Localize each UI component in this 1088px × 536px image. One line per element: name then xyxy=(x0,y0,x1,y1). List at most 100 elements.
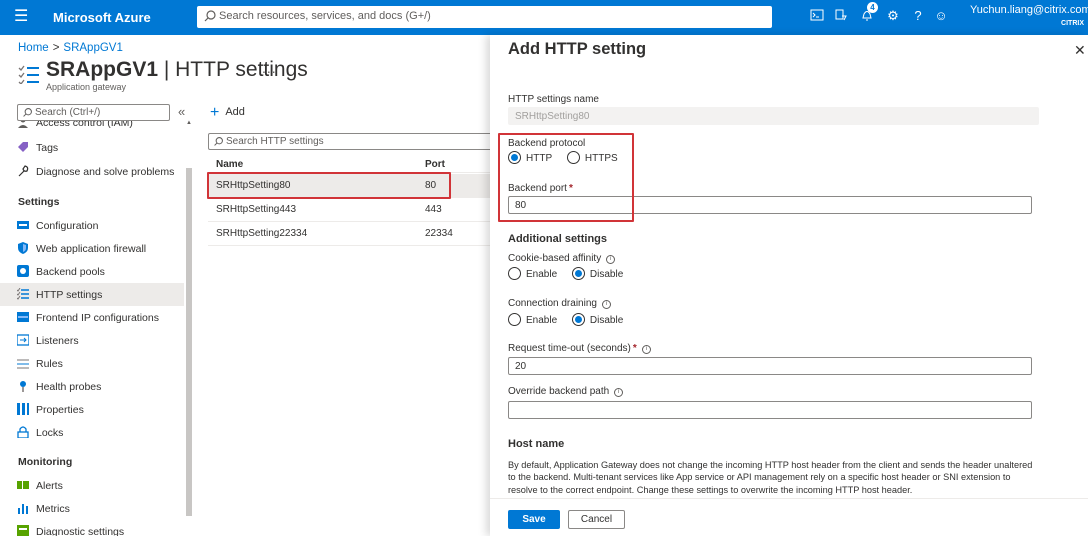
nav-item-waf[interactable]: Web application firewall xyxy=(0,237,184,260)
settings-gear-icon[interactable]: ⚙ xyxy=(884,8,902,26)
hamburger-menu-icon[interactable]: ☰ xyxy=(14,9,28,25)
nav-item-label: Health probes xyxy=(36,381,102,393)
nav-section-monitoring: Monitoring xyxy=(18,456,73,468)
scroll-up-icon[interactable]: ▲ xyxy=(186,120,192,126)
info-icon[interactable]: i xyxy=(606,255,616,264)
nav-item-locks[interactable]: Locks xyxy=(0,421,184,444)
lock-icon xyxy=(17,426,29,438)
save-button[interactable]: Save xyxy=(508,510,560,529)
timeout-label-text: Request time-out (seconds) xyxy=(508,343,631,354)
nav-item-health-probes[interactable]: Health probes xyxy=(0,375,184,398)
host-name-header: Host name xyxy=(508,438,565,450)
host-name-description: By default, Application Gateway does not… xyxy=(508,460,1033,495)
page-title-resource: SRAppGV1 xyxy=(46,58,159,81)
tenant-name: CITRIX xyxy=(1061,20,1084,27)
add-http-setting-blade: Add HTTP setting ✕ HTTP settings name SR… xyxy=(490,35,1088,536)
brand-title[interactable]: Microsoft Azure xyxy=(53,10,151,25)
directory-filter-icon[interactable] xyxy=(832,8,850,26)
cancel-button[interactable]: Cancel xyxy=(568,510,625,529)
info-icon[interactable]: i xyxy=(601,300,611,309)
nav-item-label: HTTP settings xyxy=(36,289,103,301)
radio-draining-disable[interactable]: Disable xyxy=(571,313,635,326)
breadcrumb-resource[interactable]: SRAppGV1 xyxy=(63,42,122,54)
nav-item-diagnostic-settings[interactable]: Diagnostic settings xyxy=(0,520,184,536)
table-row[interactable]: SRHttpSetting22334 22334 xyxy=(208,222,490,245)
frontend-ip-icon xyxy=(17,312,29,322)
page-title-section: HTTP settings xyxy=(175,58,308,81)
row-name: SRHttpSetting22334 xyxy=(216,228,308,239)
top-bar: ☰ Microsoft Azure Search resources, serv… xyxy=(0,0,1088,35)
collapse-nav-button[interactable]: « xyxy=(178,104,185,119)
highlight-box-row xyxy=(207,172,451,199)
nav-item-backend-pools[interactable]: Backend pools xyxy=(0,260,184,283)
nav-item-properties[interactable]: Properties xyxy=(0,398,184,421)
radio-selected-icon xyxy=(571,313,585,326)
notifications-icon[interactable]: 4 xyxy=(858,2,878,26)
search-icon xyxy=(204,10,216,22)
radio-unselected-icon xyxy=(508,313,521,326)
connection-draining-label-text: Connection draining xyxy=(508,298,597,309)
breadcrumb-home[interactable]: Home xyxy=(18,42,49,54)
nav-item-configuration[interactable]: Configuration xyxy=(0,214,184,237)
radio-unselected-icon xyxy=(508,267,521,280)
breadcrumb-separator: > xyxy=(52,42,60,54)
column-header-port[interactable]: Port xyxy=(425,159,445,170)
nav-item-metrics[interactable]: Metrics xyxy=(0,497,184,520)
nav-item-label: Backend pools xyxy=(36,266,105,278)
feedback-smiley-icon[interactable]: ☺ xyxy=(932,8,950,26)
nav-scrollbar[interactable]: ▲ xyxy=(185,120,193,536)
nav-item-alerts[interactable]: Alerts xyxy=(0,474,184,497)
cookie-affinity-radio-group: Enable Disable xyxy=(508,267,635,280)
info-icon[interactable]: i xyxy=(641,345,651,354)
nav-item-http-settings[interactable]: HTTP settings xyxy=(0,283,184,306)
nav-item-rules[interactable]: Rules xyxy=(0,352,184,375)
cloud-shell-icon[interactable] xyxy=(808,8,826,26)
required-marker: * xyxy=(632,343,637,354)
add-button[interactable]: + Add xyxy=(210,104,245,122)
nav-item-frontend-ip[interactable]: Frontend IP configurations xyxy=(0,306,184,329)
backend-pool-icon xyxy=(17,265,29,277)
row-divider xyxy=(208,245,490,246)
left-nav: Access control (IAM) Tags Diagnose and s… xyxy=(0,121,184,536)
metrics-icon xyxy=(18,504,28,514)
radio-affinity-disable[interactable]: Disable xyxy=(571,267,635,280)
wrench-icon xyxy=(18,165,29,177)
global-search-input[interactable]: Search resources, services, and docs (G+… xyxy=(197,6,772,28)
listener-icon xyxy=(17,334,29,346)
timeout-input[interactable]: 20 xyxy=(508,357,1032,375)
nav-item-diagnose[interactable]: Diagnose and solve problems xyxy=(0,160,184,183)
health-probe-icon xyxy=(20,381,26,392)
page-subtitle: Application gateway xyxy=(46,82,127,92)
more-options-button[interactable]: ... xyxy=(262,60,277,76)
radio-label: Enable xyxy=(526,315,558,326)
nav-item-listeners[interactable]: Listeners xyxy=(0,329,184,352)
column-header-name[interactable]: Name xyxy=(216,159,243,170)
people-icon xyxy=(18,121,28,128)
scroll-thumb[interactable] xyxy=(186,168,192,516)
radio-affinity-enable[interactable]: Enable xyxy=(508,267,569,280)
info-icon[interactable]: i xyxy=(614,388,624,397)
table-row[interactable]: SRHttpSetting443 443 xyxy=(208,198,490,221)
override-path-input[interactable] xyxy=(508,401,1032,419)
help-icon[interactable]: ? xyxy=(909,8,927,26)
nav-item-label: Rules xyxy=(36,358,63,370)
radio-draining-enable[interactable]: Enable xyxy=(508,313,569,326)
close-icon[interactable]: ✕ xyxy=(1074,42,1086,59)
page-title-divider: | xyxy=(158,58,176,81)
shield-icon xyxy=(18,242,28,254)
timeout-value: 20 xyxy=(515,361,527,372)
nav-item-access-control[interactable]: Access control (IAM) xyxy=(0,121,184,134)
connection-draining-label: Connection draining i xyxy=(508,298,611,309)
row-name: SRHttpSetting443 xyxy=(216,204,297,215)
http-settings-search-input[interactable]: Search HTTP settings xyxy=(208,133,498,150)
settings-name-label: HTTP settings name xyxy=(508,94,599,105)
connection-draining-radio-group: Enable Disable xyxy=(508,313,635,326)
user-account[interactable]: Yuchun.liang@citrix.com xyxy=(970,4,1088,16)
http-settings-icon xyxy=(17,288,29,300)
tag-icon xyxy=(18,142,28,152)
nav-item-tags[interactable]: Tags xyxy=(0,136,184,159)
http-settings-icon xyxy=(18,65,39,84)
nav-search-input[interactable]: Search (Ctrl+/) xyxy=(17,104,170,121)
alerts-icon xyxy=(17,481,29,489)
radio-label: Disable xyxy=(589,315,624,326)
